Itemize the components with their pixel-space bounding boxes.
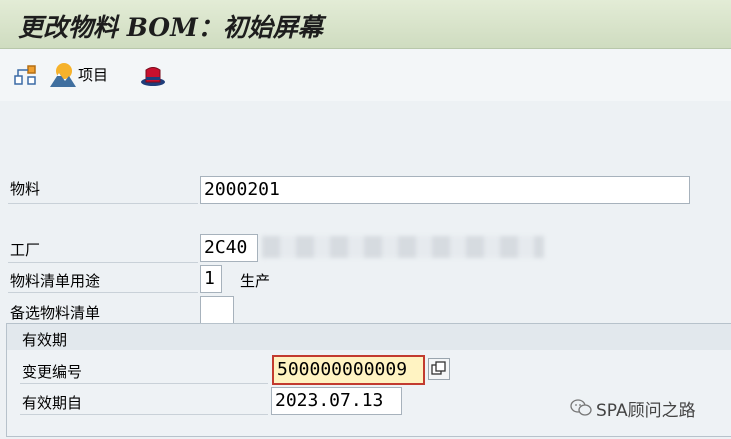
valid-from-label: 有效期自 bbox=[22, 394, 83, 412]
validity-group-header bbox=[7, 324, 731, 350]
valid-from-input[interactable]: 2023.07.13 bbox=[271, 387, 402, 415]
alt-bom-label: 备选物料清单 bbox=[10, 304, 101, 322]
material-label: 物料 bbox=[10, 180, 41, 198]
change-number-input[interactable]: 500000000009 bbox=[272, 355, 425, 385]
watermark-text: SPA顾问之路 bbox=[596, 401, 696, 421]
bom-usage-input[interactable]: 1 bbox=[200, 265, 222, 293]
valid-from-label-line bbox=[20, 414, 268, 415]
validity-group-title: 有效期 bbox=[22, 331, 68, 349]
change-number-label: 变更编号 bbox=[22, 363, 83, 381]
wechat-icon bbox=[570, 399, 592, 417]
material-input[interactable]: 2000201 bbox=[200, 176, 690, 204]
plant-label-line bbox=[8, 262, 198, 263]
toolbar bbox=[0, 49, 731, 101]
title-bar: 更改物料 BOM：初始屏幕 bbox=[0, 0, 731, 49]
alt-bom-input[interactable] bbox=[200, 296, 234, 324]
plant-description-blurred bbox=[262, 236, 544, 258]
item-button-label[interactable]: 项目 bbox=[78, 64, 108, 85]
bom-usage-description: 生产 bbox=[240, 272, 271, 290]
material-label-line bbox=[8, 203, 198, 204]
change-number-help-button[interactable] bbox=[428, 358, 450, 380]
page-title: 更改物料 BOM：初始屏幕 bbox=[18, 13, 323, 42]
bom-usage-label: 物料清单用途 bbox=[10, 272, 101, 290]
mountain-sun-icon[interactable] bbox=[49, 61, 77, 89]
hierarchy-icon[interactable] bbox=[13, 63, 39, 87]
bom-usage-label-line bbox=[8, 292, 198, 293]
change-number-label-line bbox=[20, 383, 268, 384]
plant-input[interactable]: 2C40 bbox=[200, 234, 258, 262]
copy-icon bbox=[431, 361, 446, 375]
hat-icon[interactable] bbox=[140, 62, 166, 88]
plant-label: 工厂 bbox=[10, 241, 41, 259]
